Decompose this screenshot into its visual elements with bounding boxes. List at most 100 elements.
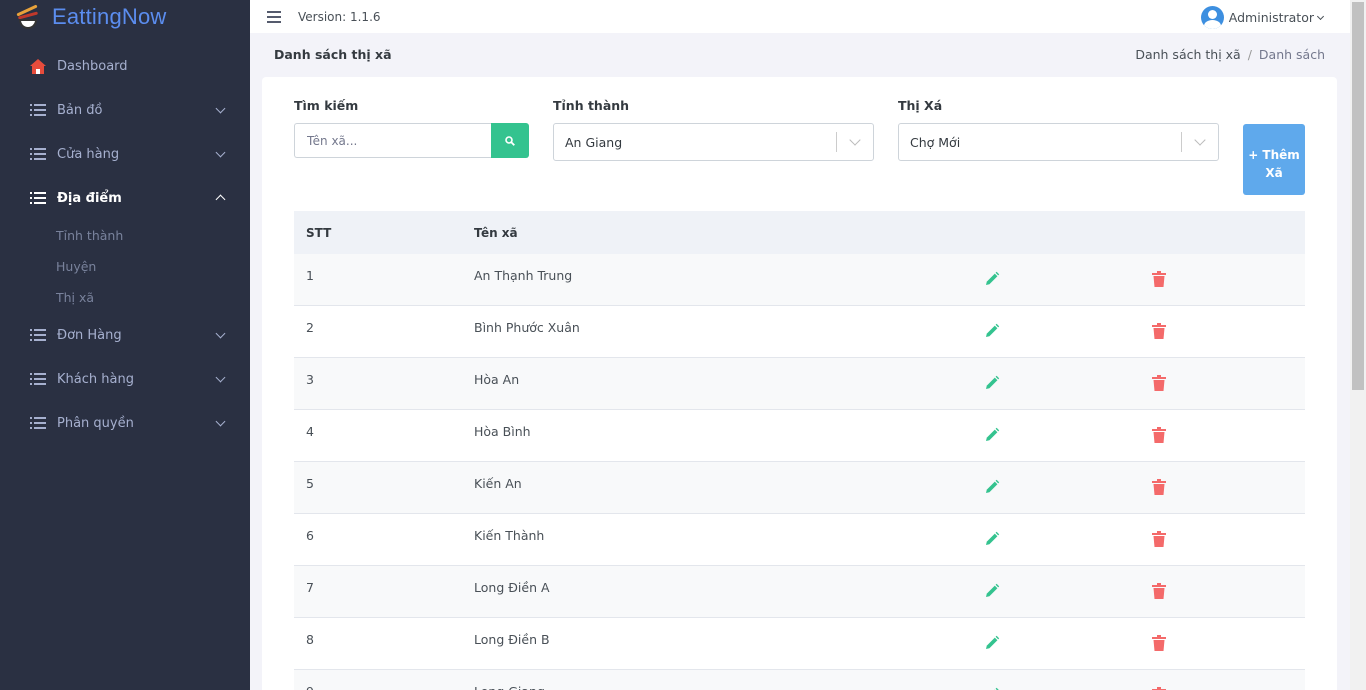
content-card: Tìm kiếm Tỉnh thành An Giang Thị Xá Chợ … <box>262 77 1337 690</box>
table-row: 6 Kiến Thành <box>294 514 1305 566</box>
sidebar-item-locations[interactable]: Địa điểm <box>0 176 250 220</box>
submenu-item-districts[interactable]: Huyện <box>0 251 250 282</box>
sidebar-item-label: Bản đồ <box>57 102 103 118</box>
chevron-down-icon <box>837 134 873 146</box>
table-row: 1 An Thạnh Trung <box>294 254 1305 306</box>
delete-icon[interactable] <box>1152 479 1166 495</box>
submenu-item-provinces[interactable]: Tỉnh thành <box>0 220 250 251</box>
search-group <box>294 123 529 158</box>
town-label: Thị Xá <box>898 98 943 113</box>
column-header-stt: STT <box>306 225 332 240</box>
delete-icon[interactable] <box>1152 531 1166 547</box>
cell-commune-name: Long Điền B <box>474 632 550 647</box>
search-label: Tìm kiếm <box>294 98 359 113</box>
province-select[interactable]: An Giang <box>553 123 874 161</box>
sidebar-item-permissions[interactable]: Phân quyền <box>0 401 250 445</box>
sidebar-item-stores[interactable]: Cửa hàng <box>0 132 250 176</box>
sidebar-item-orders[interactable]: Đơn Hàng <box>0 313 250 357</box>
topbar: Version: 1.1.6 Administrator <box>250 0 1350 33</box>
brand[interactable]: EattingNow <box>0 0 250 33</box>
sidebar: EattingNow Dashboard Bản đồ Cửa hàng Địa… <box>0 0 250 690</box>
submenu-locations: Tỉnh thành Huyện Thị xã <box>0 220 250 313</box>
submenu-item-towns[interactable]: Thị xã <box>0 282 250 313</box>
town-select[interactable]: Chợ Mới <box>898 123 1219 161</box>
sidebar-item-map[interactable]: Bản đồ <box>0 88 250 132</box>
edit-icon[interactable] <box>984 479 1000 495</box>
edit-icon[interactable] <box>984 531 1000 547</box>
edit-icon[interactable] <box>984 635 1000 651</box>
edit-icon[interactable] <box>984 323 1000 339</box>
delete-icon[interactable] <box>1152 271 1166 287</box>
sidebar-item-label: Cửa hàng <box>57 146 120 162</box>
table-row: 5 Kiến An <box>294 462 1305 514</box>
cell-commune-name: Hòa An <box>474 372 520 387</box>
breadcrumb-separator: / <box>1247 47 1252 62</box>
sidebar-menu: Dashboard Bản đồ Cửa hàng Địa điểm Tỉnh … <box>0 44 250 445</box>
chevron-down-icon <box>215 328 226 339</box>
add-commune-button[interactable]: + Thêm Xã <box>1243 124 1305 195</box>
list-icon <box>30 102 46 118</box>
list-icon <box>30 327 46 343</box>
page-title: Danh sách thị xã <box>274 47 392 62</box>
edit-icon[interactable] <box>984 271 1000 287</box>
cell-stt: 6 <box>306 528 314 543</box>
sidebar-item-label: Đơn Hàng <box>57 327 122 343</box>
breadcrumb-current: Danh sách <box>1258 47 1325 62</box>
breadcrumb-item[interactable]: Danh sách thị xã <box>1135 47 1240 62</box>
scrollbar-thumb[interactable] <box>1352 2 1364 390</box>
province-select-value: An Giang <box>565 134 623 150</box>
column-header-name: Tên xã <box>474 225 518 240</box>
edit-icon[interactable] <box>984 375 1000 391</box>
home-icon <box>30 58 46 74</box>
table-row: 4 Hòa Bình <box>294 410 1305 462</box>
cell-commune-name: An Thạnh Trung <box>474 268 573 283</box>
cell-stt: 8 <box>306 632 314 647</box>
edit-icon[interactable] <box>984 427 1000 443</box>
list-icon <box>30 146 46 162</box>
sidebar-item-label: Khách hàng <box>57 371 134 387</box>
communes-table: STT Tên xã 1 An Thạnh Trung 2 Bình Phước Xu… <box>294 211 1305 690</box>
edit-icon[interactable] <box>984 583 1000 599</box>
menu-toggle-icon[interactable] <box>267 10 281 23</box>
chevron-down-icon <box>215 103 226 114</box>
cell-commune-name: Long Giang <box>474 670 974 690</box>
table-row: 3 Hòa An <box>294 358 1305 410</box>
table-row: 9Long Giang <box>294 670 1305 690</box>
delete-icon[interactable] <box>1152 323 1166 339</box>
logo-icon <box>14 3 42 31</box>
table-row: 2 Bình Phước Xuân <box>294 306 1305 358</box>
chevron-down-icon <box>215 147 226 158</box>
search-input[interactable] <box>294 123 491 158</box>
user-menu[interactable]: Administrator <box>1200 6 1325 29</box>
chevron-up-icon <box>215 194 226 205</box>
sidebar-item-label: Phân quyền <box>57 415 134 431</box>
delete-icon[interactable] <box>1152 427 1166 443</box>
sidebar-item-label: Địa điểm <box>57 190 122 206</box>
cell-commune-name: Kiến Thành <box>474 528 545 543</box>
sidebar-item-customers[interactable]: Khách hàng <box>0 357 250 401</box>
delete-icon[interactable] <box>1152 583 1166 599</box>
brand-name: EattingNow <box>52 3 167 29</box>
cell-commune-name: Bình Phước Xuân <box>474 320 580 335</box>
table-row: 7 Long Điền A <box>294 566 1305 618</box>
delete-icon[interactable] <box>1152 375 1166 391</box>
search-icon <box>505 135 515 146</box>
cell-stt: 2 <box>306 320 314 335</box>
chevron-down-icon <box>215 416 226 427</box>
chevron-down-icon <box>1182 134 1218 146</box>
chevron-down-icon <box>215 372 226 383</box>
chevron-down-icon <box>1316 12 1325 20</box>
cell-commune-name: Hòa Bình <box>474 424 531 439</box>
user-avatar-icon <box>1200 6 1224 29</box>
delete-icon[interactable] <box>1152 635 1166 651</box>
cell-stt: 7 <box>306 580 314 595</box>
town-select-value: Chợ Mới <box>910 134 961 150</box>
cell-stt: 9 <box>294 670 474 690</box>
list-icon <box>30 190 46 206</box>
search-button[interactable] <box>491 123 529 158</box>
page-scrollbar[interactable] <box>1350 0 1366 690</box>
sidebar-item-label: Dashboard <box>57 58 128 74</box>
cell-stt: 5 <box>306 476 314 491</box>
list-icon <box>30 371 46 387</box>
sidebar-item-dashboard[interactable]: Dashboard <box>0 44 250 88</box>
